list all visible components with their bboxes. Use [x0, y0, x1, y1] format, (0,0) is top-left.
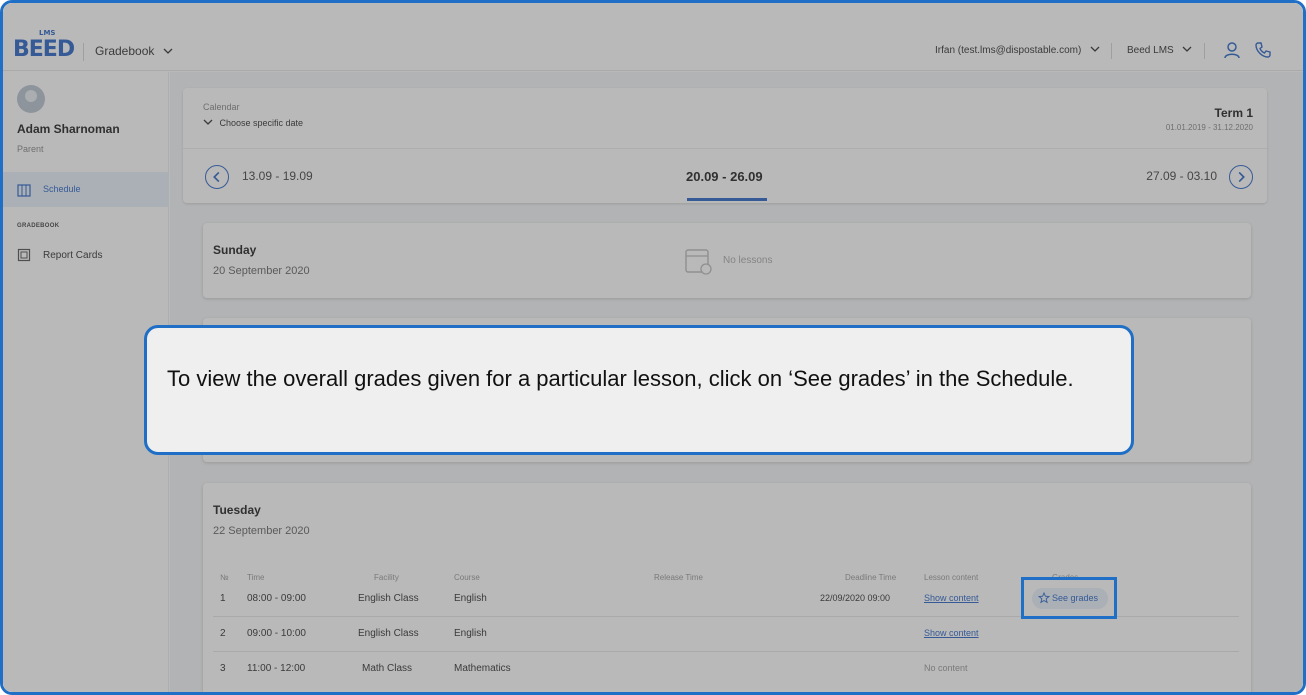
chevron-down-icon	[203, 119, 213, 125]
current-week-indicator	[687, 198, 767, 201]
user-name: Adam Sharnoman	[17, 122, 120, 136]
show-content-link[interactable]: Show content	[924, 628, 979, 638]
next-week[interactable]: 27.09 - 03.10	[1146, 169, 1217, 183]
user-role: Parent	[17, 144, 44, 154]
chevron-down-icon	[163, 48, 173, 54]
organization-label: Beed LMS	[1127, 45, 1174, 56]
see-grades-highlight	[1021, 577, 1117, 619]
chevron-down-icon	[1183, 46, 1192, 52]
header-divider	[1204, 43, 1205, 59]
sidebar-item-label: Report Cards	[43, 250, 103, 261]
choose-date-toggle[interactable]: Choose specific date	[203, 118, 303, 128]
column-header-release-time: Release Time	[654, 573, 703, 582]
previous-week[interactable]: 13.09 - 19.09	[242, 169, 313, 183]
avatar	[17, 85, 45, 113]
sidebar-item-label: Schedule	[43, 184, 81, 194]
day-name: Sunday	[213, 243, 257, 257]
no-content-text: No content	[924, 663, 968, 673]
calendar-icon	[17, 184, 31, 197]
choose-date-label: Choose specific date	[219, 118, 304, 128]
week-navigator: 13.09 - 19.09 20.09 - 26.09 27.09 - 03.1…	[183, 148, 1267, 203]
top-bar: LMS BEED Gradebook Irfan (test.lms@dispo…	[3, 3, 1303, 71]
row-course: English	[454, 628, 487, 639]
user-icon[interactable]	[1223, 41, 1241, 59]
header-divider	[83, 43, 84, 61]
column-header-lesson-content: Lesson content	[924, 573, 979, 582]
column-header-course: Course	[454, 573, 480, 582]
row-time: 11:00 - 12:00	[247, 663, 306, 674]
row-facility: English Class	[358, 593, 419, 604]
column-header-time: Time	[247, 573, 265, 582]
header-divider	[1111, 43, 1112, 59]
term-dates: 01.01.2019 - 31.12.2020	[1165, 123, 1253, 132]
module-selector[interactable]: Gradebook	[95, 44, 173, 58]
no-lessons-text: No lessons	[723, 255, 773, 266]
row-number: 2	[220, 628, 226, 639]
day-date: 20 September 2020	[213, 265, 310, 277]
sidebar-item-report-cards[interactable]: Report Cards	[3, 242, 169, 267]
row-facility: English Class	[358, 628, 419, 639]
column-header-facility: Facility	[374, 573, 399, 582]
calendar-label: Calendar	[203, 102, 240, 112]
row-course: English	[454, 593, 487, 604]
row-divider	[213, 651, 1239, 652]
term-title: Term 1	[1214, 106, 1253, 120]
row-number: 3	[220, 663, 226, 674]
organization-selector[interactable]: Beed LMS	[1127, 45, 1192, 56]
empty-calendar-icon	[685, 249, 712, 275]
day-card-sunday: Sunday 20 September 2020 No lessons	[203, 223, 1251, 298]
current-week: 20.09 - 26.09	[686, 169, 763, 184]
column-header-number: №	[220, 573, 229, 582]
tooltip-text: To view the overall grades given for a p…	[167, 366, 1074, 391]
show-content-link[interactable]: Show content	[924, 593, 979, 603]
chevron-down-icon	[1090, 46, 1100, 52]
screenshot-frame: LMS BEED Gradebook Irfan (test.lms@dispo…	[0, 0, 1306, 695]
row-course: Mathematics	[454, 663, 511, 674]
row-deadline: 22/09/2020 09:00	[820, 593, 891, 603]
row-time: 09:00 - 10:00	[247, 628, 306, 639]
tutorial-tooltip: To view the overall grades given for a p…	[144, 325, 1134, 455]
row-time: 08:00 - 09:00	[247, 593, 306, 604]
chevron-left-icon[interactable]	[205, 165, 229, 189]
day-name: Tuesday	[213, 503, 261, 517]
chevron-right-icon[interactable]	[1229, 165, 1253, 189]
report-card-icon	[17, 248, 31, 262]
section-heading: GRADEBOOK	[17, 223, 60, 229]
logo-text: BEED	[13, 37, 75, 62]
logo[interactable]: LMS BEED	[13, 29, 75, 62]
logo-superscript: LMS	[39, 29, 56, 37]
module-label: Gradebook	[95, 44, 155, 58]
sidebar-item-schedule[interactable]: Schedule	[3, 172, 169, 207]
account-label: Irfan (test.lms@dispostable.com)	[935, 45, 1082, 56]
column-header-deadline-time: Deadline Time	[845, 573, 897, 582]
row-number: 1	[220, 593, 226, 604]
row-facility: Math Class	[362, 663, 413, 674]
app: LMS BEED Gradebook Irfan (test.lms@dispo…	[3, 3, 1303, 692]
phone-icon[interactable]	[1254, 41, 1272, 59]
account-selector[interactable]: Irfan (test.lms@dispostable.com)	[935, 45, 1100, 56]
day-date: 22 September 2020	[213, 525, 310, 537]
